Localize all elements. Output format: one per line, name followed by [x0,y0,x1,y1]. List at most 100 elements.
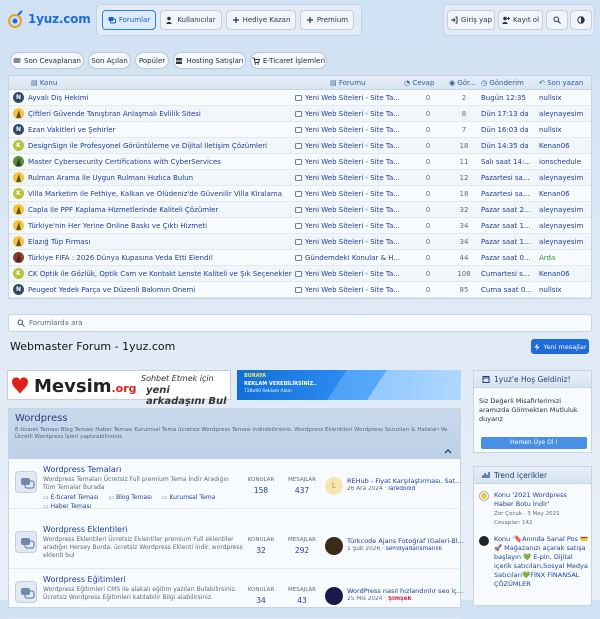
category-title[interactable]: Wordpress [15,413,454,424]
thread-forum[interactable]: Yeni Web Siteleri - Site Ta... [295,190,407,198]
filter-hosting[interactable]: Hosting Satışları [173,52,246,69]
thread-forum[interactable]: Yeni Web Siteleri - Site Ta... [295,270,407,278]
thread-title[interactable]: Türkiye'nin Her Yerine Online Baskı ve Ç… [28,222,298,230]
search-button[interactable] [546,10,568,30]
advertise-here-banner[interactable]: BURAYA REKLAM VEREBİLİRSİNİZ.. 728x90 Re… [237,370,461,400]
last-post-title[interactable]: Türkcode Ajans Fotoğraf (Galeri-Bl... [347,537,463,545]
last-post-title[interactable]: WordPress nasıl hızlandırılır seo iç... [347,587,463,595]
filter-latest-opened[interactable]: Son Açılan [88,52,131,69]
table-row[interactable]: K Villa Marketim ile Fethiye, Kalkan ve Ö… [9,186,591,202]
thread-forum[interactable]: Gündemdeki Konular & H... [295,254,407,262]
trend-item-title[interactable]: Konu '🔖Anında Sanal Pos 💳🚀 Mağazanızı aç… [494,535,590,607]
avatar[interactable] [13,236,24,247]
table-row[interactable]: N Ayvalı Diş Hekimi Yeni Web Siteleri - Si… [9,90,591,106]
thread-title[interactable]: Villa Marketim ile Fethiye, Kalkan ve Öl… [28,190,298,198]
thread-title[interactable]: Rulman Arama ile Uygun Rulmanı Hızlıca B… [28,174,298,182]
thread-title[interactable]: Peugeot Yedek Parça ve Düzenli Bakımın Ö… [28,286,298,294]
login-button[interactable]: Giriş yap [447,10,495,30]
avatar[interactable]: L [325,477,343,495]
col-topic[interactable]: ▤ Konu [31,79,57,87]
post-date[interactable]: Pazar saat 1... [481,238,533,246]
subforum-link[interactable]: ▭ Kurumsal Tema [162,494,215,501]
last-poster[interactable]: ionschedule [539,158,593,166]
avatar[interactable] [325,587,343,605]
last-poster[interactable]: aleynayesim [539,238,593,246]
post-date[interactable]: Salı saat 14:... [481,158,533,166]
thread-title[interactable]: Türkiye FIFA : 2026 Dünya Kupasına Veda … [28,254,298,262]
thread-forum[interactable]: Yeni Web Siteleri - Site Ta... [295,238,407,246]
post-date[interactable]: Cuma saat 0... [481,286,533,294]
thread-forum[interactable]: Yeni Web Siteleri - Site Ta... [295,158,407,166]
thread-forum[interactable]: Yeni Web Siteleri - Site Ta... [295,206,407,214]
thread-forum[interactable]: Yeni Web Siteleri - Site Ta... [295,286,407,294]
table-row[interactable]: Capla ile PPF Kaplama Hizmetlerinde Kali… [9,202,591,218]
last-poster[interactable]: aleynayesim [539,110,593,118]
col-forum[interactable]: ▤ Forumu [330,79,366,87]
table-row[interactable]: Türkiye FIFA : 2026 Dünya Kupasına Veda … [9,250,591,266]
theme-toggle[interactable] [570,10,592,30]
table-row[interactable]: K CK Optik ile Gözlük, Optik Cam ve Konta… [9,266,591,282]
col-last[interactable]: ↶ Son yazan [539,79,583,87]
avatar[interactable] [13,172,24,183]
filter-popular[interactable]: Popüler [135,52,169,69]
thread-title[interactable]: Master Cybersecurity Certifications with… [28,158,298,166]
avatar[interactable] [325,537,343,555]
avatar[interactable] [13,156,24,167]
avatar[interactable] [479,491,489,501]
forum-title[interactable]: Wordpress Eğitimleri [43,575,126,584]
avatar[interactable] [479,536,489,546]
thread-forum[interactable]: Yeni Web Siteleri - Site Ta... [295,110,407,118]
thread-title[interactable]: CK Optik ile Gözlük, Optik Cam ve Kontak… [28,270,298,278]
filter-ecommerce[interactable]: E-Ticaret İşlemleri [250,52,327,69]
table-row[interactable]: N Peugeot Yedek Parça ve Düzenli Bakımın … [9,282,591,298]
nav-gift[interactable]: Hediye Kazan [226,10,296,30]
post-date[interactable]: Cumartesi s... [481,270,533,278]
trend-item-title[interactable]: Konu '2021 Wordpress Haber Botu İndir' [494,491,588,509]
avatar[interactable] [13,252,24,263]
subforum-link[interactable]: ▭ E-ticaret Teması [43,494,98,501]
new-posts-button[interactable]: Yeni mesajlar [531,339,589,354]
thread-title[interactable]: Ezan Vakitleri ve Şehirler [28,126,298,134]
table-row[interactable]: Çiftleri Güvende Tanıştıran Anlaşmalı Ev… [9,106,591,122]
register-cta-button[interactable]: Hemen Üye Ol ! [481,437,587,449]
avatar[interactable]: N [13,92,24,103]
last-poster[interactable]: aleynayesim [539,206,593,214]
forum-title[interactable]: Wordpress Temaları [43,465,121,474]
thread-forum[interactable]: Yeni Web Siteleri - Site Ta... [295,142,407,150]
nav-premium[interactable]: Premium [300,10,354,30]
collapse-icon[interactable] [444,448,452,454]
table-row[interactable]: Rulman Arama ile Uygun Rulmanı Hızlıca B… [9,170,591,186]
last-poster[interactable]: Kenan06 [539,270,593,278]
forum-title[interactable]: Wordpress Eklentileri [43,525,127,534]
thread-forum[interactable]: Yeni Web Siteleri - Site Ta... [295,94,407,102]
post-date[interactable]: Pazartesi sa... [481,190,533,198]
col-sent[interactable]: ◷ Gönderim [481,79,524,87]
thread-title[interactable]: DesignSign ile Profesyonel Görüntüleme v… [28,142,298,150]
avatar[interactable] [13,108,24,119]
post-date[interactable]: Dün 16:03 da [481,126,533,134]
avatar[interactable] [13,204,24,215]
post-date[interactable]: Pazar saat 2... [481,206,533,214]
last-poster[interactable]: Kenan06 [539,142,593,150]
post-date[interactable]: Dün 17:13 da [481,110,533,118]
col-replies[interactable]: ◔ Cevap [404,79,434,87]
table-row[interactable]: K DesignSign ile Profesyonel Görüntüleme … [9,138,591,154]
last-poster[interactable]: Arda [539,254,593,262]
avatar[interactable]: N [13,124,24,135]
table-row[interactable]: Master Cybersecurity Certifications with… [9,154,591,170]
last-poster[interactable]: nullsix [539,126,593,134]
register-button[interactable]: Kayıt ol [498,10,543,30]
avatar[interactable]: K [13,188,24,199]
filter-latest-replies[interactable]: Son Cevaplanan [10,52,84,69]
col-views[interactable]: ◉ Gör... [449,79,476,87]
table-row[interactable]: Türkiye'nin Her Yerine Online Baskı ve Ç… [9,218,591,234]
last-poster[interactable]: aleynayesim [539,174,593,182]
post-date[interactable]: Pazar saat 1... [481,222,533,230]
avatar[interactable]: K [13,268,24,279]
last-poster[interactable]: Kenan06 [539,190,593,198]
thread-forum[interactable]: Yeni Web Siteleri - Site Ta... [295,222,407,230]
avatar[interactable]: K [13,140,24,151]
thread-forum[interactable]: Yeni Web Siteleri - Site Ta... [295,174,407,182]
thread-title[interactable]: Elazığ Tüp Firması [28,238,298,246]
thread-forum[interactable]: Yeni Web Siteleri - Site Ta... [295,126,407,134]
